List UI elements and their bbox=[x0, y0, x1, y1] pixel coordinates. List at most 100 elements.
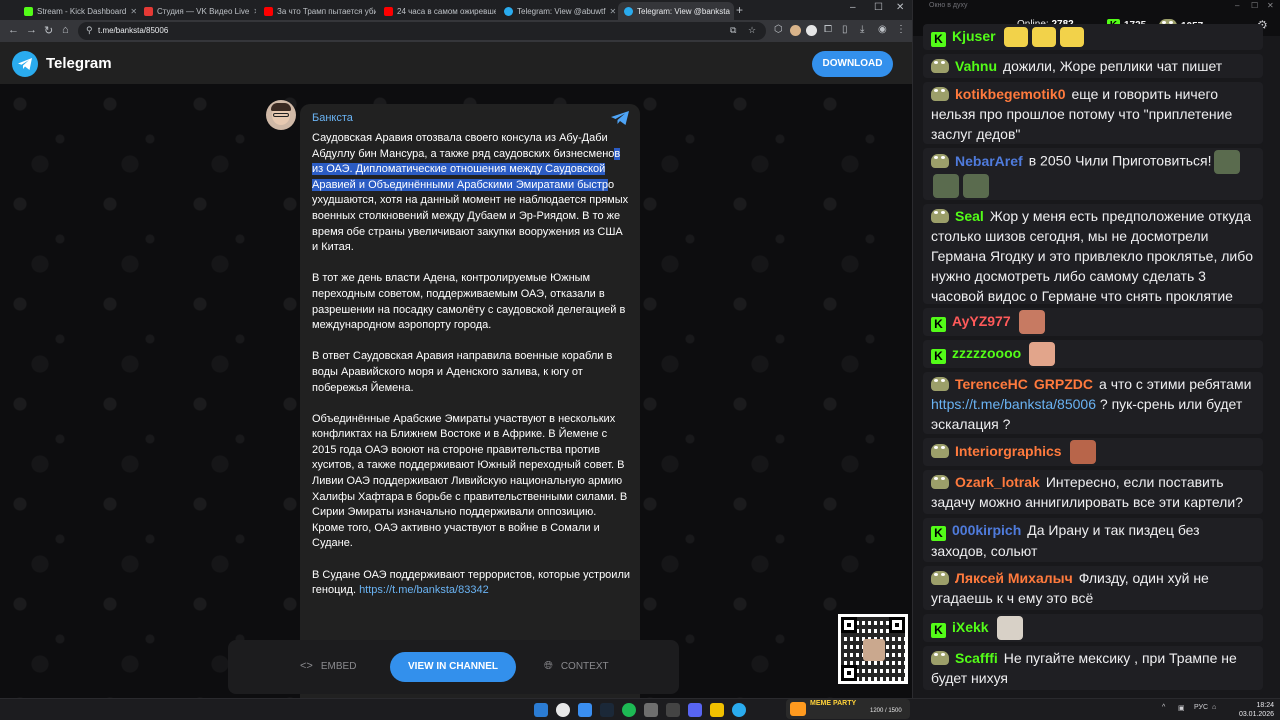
download-button[interactable]: DOWNLOAD bbox=[812, 51, 893, 77]
tab-label: 24 часа в самом ожиревшем bbox=[397, 6, 496, 16]
profile-icon[interactable]: ◉ bbox=[878, 24, 887, 35]
chat-username[interactable]: TerenceHC bbox=[955, 376, 1028, 392]
chat-username[interactable]: Seal bbox=[955, 208, 984, 224]
sidebar-icon[interactable]: ▯ bbox=[842, 24, 848, 35]
chat-username[interactable]: kotikbegemotik0 bbox=[955, 86, 1065, 102]
chat-message[interactable]: Scafffi Не пугайте мексику , при Трампе н… bbox=[923, 646, 1263, 690]
channel-name[interactable]: Банкста bbox=[312, 112, 353, 124]
chat-message[interactable]: Vahnu дожили, Жоре реплики чат пишет bbox=[923, 54, 1263, 78]
qr-finder bbox=[889, 617, 905, 633]
chat-username[interactable]: NebarAref bbox=[955, 153, 1023, 169]
chat-message[interactable]: K AyYZ977 bbox=[923, 308, 1263, 336]
chat-message[interactable]: kotikbegemotik0 еще и говорить ничего нел… bbox=[923, 82, 1263, 144]
tab-kick-dashboard[interactable]: Stream - Kick Dashboard ✕ bbox=[18, 2, 136, 20]
reload-icon[interactable]: ↻ bbox=[44, 24, 53, 37]
download-icon[interactable]: ⤓ bbox=[860, 24, 864, 35]
chat-username[interactable]: zzzzzoooo bbox=[952, 345, 1021, 361]
chat-username[interactable]: AyYZ977 bbox=[952, 313, 1011, 329]
explorer-icon[interactable] bbox=[710, 703, 724, 717]
site-info-icon[interactable]: ⚲ bbox=[86, 25, 93, 36]
chat-username[interactable]: Ozark_lotrak bbox=[955, 474, 1040, 490]
browser-toolbar: ← → ↻ ⌂ ⚲ t.me/banksta/85006 ⧉ ☆ ⬡ ⧠ ▯ ⤓… bbox=[0, 20, 912, 42]
chat-username[interactable]: iXekk bbox=[952, 619, 989, 635]
post-paragraph: В Судане ОАЭ поддерживают террористов, к… bbox=[312, 568, 631, 597]
chat-message[interactable]: Interiorgraphics bbox=[923, 438, 1263, 466]
minimize-icon[interactable]: – bbox=[850, 2, 856, 13]
context-label: CONTEXT bbox=[560, 661, 609, 672]
post-text: Саудовская Аравия отозвала своего консул… bbox=[312, 131, 630, 614]
tray-chevron-icon[interactable]: ^ bbox=[1162, 704, 1165, 711]
chat-message[interactable]: Ляксей Михалыч Флизду, один хуй не угадае… bbox=[923, 566, 1263, 610]
emote-icon bbox=[1059, 27, 1084, 48]
extension-icon[interactable] bbox=[806, 25, 817, 36]
extensions-icon[interactable]: ⧠ bbox=[824, 24, 832, 35]
chat-username[interactable]: Vahnu bbox=[955, 58, 997, 74]
tab-youtube-24h[interactable]: 24 часа в самом ожиревшем ✕ bbox=[378, 2, 496, 20]
meme-party-icon bbox=[790, 702, 806, 716]
steam-icon[interactable] bbox=[600, 703, 614, 717]
close-tab-icon[interactable]: ✕ bbox=[609, 7, 616, 16]
discord-icon[interactable] bbox=[688, 703, 702, 717]
language-indicator[interactable]: РУС bbox=[1194, 704, 1208, 711]
chat-message[interactable]: K 000kirpich Да Ирану и так пиздец без зах… bbox=[923, 518, 1263, 562]
post-link[interactable]: https://t.me/banksta/83342 bbox=[359, 584, 489, 596]
view-in-channel-button[interactable]: VIEW IN CHANNEL bbox=[390, 652, 516, 682]
chat-username[interactable]: Interiorgraphics bbox=[955, 443, 1062, 459]
chat-message[interactable]: KiXekk bbox=[923, 614, 1263, 642]
new-tab-button[interactable]: + bbox=[736, 3, 743, 17]
chat-username[interactable]: GRPZDC bbox=[1034, 376, 1093, 392]
close-tab-icon[interactable]: ✕ bbox=[253, 7, 256, 16]
tray-app-icon[interactable]: ▣ bbox=[1178, 704, 1185, 712]
vpn-icon[interactable]: ⬡ bbox=[774, 24, 783, 35]
tab-telegram-abuwtf[interactable]: Telegram: View @abuwtf ✕ bbox=[498, 2, 616, 20]
chat-message[interactable]: K Kjuser bbox=[923, 24, 1263, 50]
cast-icon[interactable]: ⧉ bbox=[730, 25, 736, 36]
close-tab-icon[interactable]: ✕ bbox=[130, 7, 136, 16]
embed-button[interactable]: <> EMBED bbox=[300, 660, 356, 672]
telegram-share-icon[interactable] bbox=[610, 110, 630, 126]
chat-username[interactable]: Kjuser bbox=[952, 28, 996, 44]
tab-vk-studio[interactable]: Студия — VK Видео Live ✕ bbox=[138, 2, 256, 20]
close-window-icon[interactable]: ✕ bbox=[1267, 1, 1274, 10]
tab-youtube-trump[interactable]: За что Трамп пытается убить ✕ bbox=[258, 2, 376, 20]
system-clock[interactable]: 18:24 03.01.2026 bbox=[1226, 701, 1274, 719]
menu-icon[interactable]: ⋮ bbox=[896, 24, 906, 35]
chat-message[interactable]: Ozark_lotrak Интересно, если поставить за… bbox=[923, 470, 1263, 514]
bookmark-star-icon[interactable]: ☆ bbox=[748, 25, 756, 36]
telegram-icon[interactable] bbox=[732, 703, 746, 717]
maximize-icon[interactable]: ☐ bbox=[874, 2, 883, 13]
telegram-title[interactable]: Telegram bbox=[46, 55, 112, 72]
chat-window-titlebar: Окно в духу – ☐ ✕ bbox=[913, 0, 1280, 14]
browser-icon[interactable] bbox=[578, 703, 592, 717]
chat-message[interactable]: TerenceHC GRPZDC а что с этими ребятами ht… bbox=[923, 372, 1263, 434]
chat-username[interactable]: Ляксей Михалыч bbox=[955, 570, 1073, 586]
start-icon[interactable] bbox=[534, 703, 548, 717]
address-bar[interactable]: ⚲ t.me/banksta/85006 ⧉ ☆ bbox=[78, 22, 766, 40]
kick-badge-icon: K bbox=[931, 348, 946, 364]
close-window-icon[interactable]: ✕ bbox=[896, 2, 904, 13]
extension-icon[interactable] bbox=[790, 25, 801, 36]
network-icon[interactable]: ⌂ bbox=[1212, 704, 1216, 711]
back-icon[interactable]: ← bbox=[8, 24, 19, 36]
minimize-icon[interactable]: – bbox=[1235, 1, 1239, 10]
spotify-icon[interactable] bbox=[622, 703, 636, 717]
chrome-icon[interactable] bbox=[556, 703, 570, 717]
app-icon[interactable] bbox=[644, 703, 658, 717]
tab-telegram-banksta[interactable]: Telegram: View @banksta ✕ bbox=[618, 2, 734, 20]
chat-username[interactable]: 000kirpich bbox=[952, 522, 1021, 538]
context-button[interactable]: 🌐︎ CONTEXT bbox=[544, 660, 609, 673]
channel-avatar[interactable] bbox=[266, 100, 296, 130]
chat-message[interactable]: Seal Жор у меня есть предположение откуда… bbox=[923, 204, 1263, 304]
chat-link[interactable]: https://t.me/banksta/85006 bbox=[931, 396, 1096, 412]
telegram-logo-icon[interactable] bbox=[12, 51, 38, 77]
maximize-icon[interactable]: ☐ bbox=[1251, 1, 1258, 10]
forward-icon[interactable]: → bbox=[26, 24, 37, 36]
chat-message[interactable]: Kzzzzzoooo bbox=[923, 340, 1263, 368]
chat-messages: K Kjuser Vahnu дожили, Жоре реплики чат пи… bbox=[913, 24, 1280, 696]
chat-message[interactable]: NebarAref в 2050 Чили Приготовиться! bbox=[923, 148, 1263, 200]
obs-icon[interactable] bbox=[666, 703, 680, 717]
chat-username[interactable]: Scafffi bbox=[955, 650, 998, 666]
url-text[interactable]: t.me/banksta/85006 bbox=[98, 26, 168, 35]
home-icon[interactable]: ⌂ bbox=[62, 24, 69, 36]
telegram-favicon-icon bbox=[624, 6, 633, 16]
